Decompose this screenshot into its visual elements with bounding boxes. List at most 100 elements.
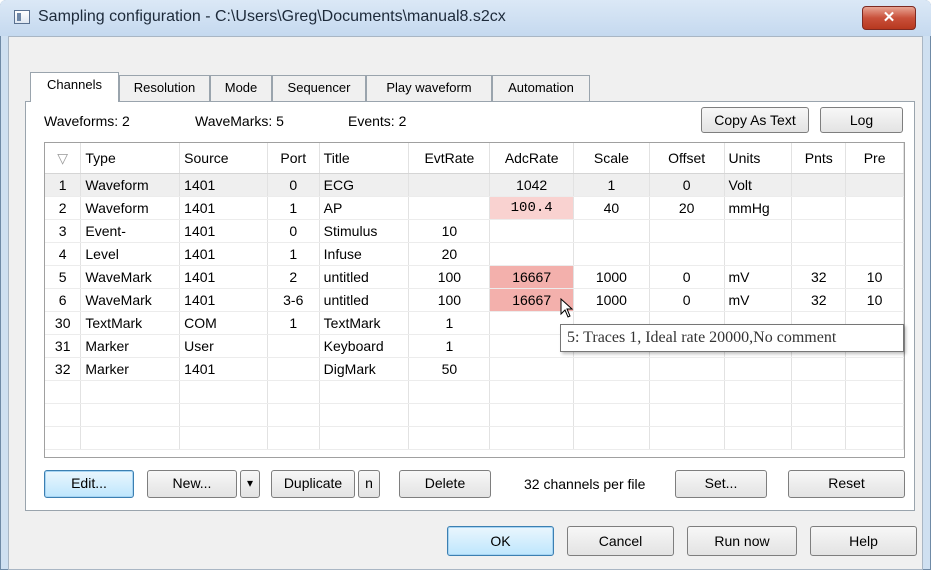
- cell-evtrate[interactable]: [408, 173, 491, 197]
- cell-source[interactable]: COM: [179, 311, 268, 335]
- column-header-evtrate[interactable]: EvtRate: [408, 143, 491, 174]
- column-header-units[interactable]: Units: [724, 143, 793, 174]
- cell-type[interactable]: WaveMark: [80, 265, 181, 289]
- cell-type[interactable]: TextMark: [80, 311, 181, 335]
- cell-port[interactable]: 1: [267, 242, 320, 266]
- cell-evtrate[interactable]: 100: [408, 288, 491, 312]
- cell-port[interactable]: 2: [267, 265, 320, 289]
- set-button[interactable]: Set...: [675, 470, 767, 498]
- cell-offset[interactable]: [649, 242, 725, 266]
- cell-title[interactable]: ECG: [319, 173, 410, 197]
- log-button[interactable]: Log: [820, 107, 903, 133]
- ok-button[interactable]: OK: [447, 526, 554, 556]
- table-row[interactable]: 3 Event- 1401 0 Stimulus 10: [45, 219, 904, 243]
- cell-units[interactable]: mV: [724, 265, 793, 289]
- duplicate-n-button[interactable]: n: [358, 470, 380, 498]
- cell-title[interactable]: AP: [319, 196, 410, 220]
- tab-mode[interactable]: Mode: [210, 75, 272, 101]
- cell-title[interactable]: Keyboard: [319, 334, 410, 358]
- cell-adcrate[interactable]: 1042: [489, 173, 575, 197]
- cell-offset[interactable]: [649, 357, 725, 381]
- cell-evtrate[interactable]: 1: [408, 334, 491, 358]
- cell-units[interactable]: Volt: [724, 173, 793, 197]
- table-row[interactable]: 5 WaveMark 1401 2 untitled 100 16667 100…: [45, 265, 904, 289]
- cell-source[interactable]: 1401: [179, 242, 268, 266]
- cell-pnts[interactable]: [791, 173, 847, 197]
- cell-type[interactable]: Waveform: [80, 196, 181, 220]
- cell-source[interactable]: User: [179, 334, 268, 358]
- cell-scale[interactable]: 1000: [573, 288, 650, 312]
- channel-table[interactable]: ▽ Type Source Port Title EvtRate AdcRate…: [44, 142, 905, 458]
- table-row[interactable]: 6 WaveMark 1401 3-6 untitled 100 16667 1…: [45, 288, 904, 312]
- cell-adcrate[interactable]: [489, 357, 575, 381]
- cell-pre[interactable]: [845, 196, 904, 220]
- duplicate-button[interactable]: Duplicate: [271, 470, 355, 498]
- cell-offset[interactable]: 0: [649, 173, 725, 197]
- column-header-pnts[interactable]: Pnts: [791, 143, 847, 174]
- cell-adcrate[interactable]: 100.4: [489, 196, 575, 220]
- column-header-scale[interactable]: Scale: [573, 143, 650, 174]
- cell-units[interactable]: [724, 357, 793, 381]
- cell-port[interactable]: 1: [267, 196, 320, 220]
- cell-pnts[interactable]: [791, 242, 847, 266]
- table-row[interactable]: 2 Waveform 1401 1 AP 100.4 40 20 mmHg: [45, 196, 904, 220]
- table-row[interactable]: 1 Waveform 1401 0 ECG 1042 1 0 Volt: [45, 173, 904, 197]
- cell-offset[interactable]: 20: [649, 196, 725, 220]
- cell-port[interactable]: [267, 357, 320, 381]
- cell-port[interactable]: [267, 334, 320, 358]
- cell-port[interactable]: 1: [267, 311, 320, 335]
- cell-units[interactable]: mmHg: [724, 196, 793, 220]
- cell-pnts[interactable]: [791, 196, 847, 220]
- cell-scale[interactable]: 1: [573, 173, 650, 197]
- cell-evtrate[interactable]: 1: [408, 311, 491, 335]
- cell-type[interactable]: Marker: [80, 334, 181, 358]
- cell-pre[interactable]: 10: [845, 288, 904, 312]
- cell-scale[interactable]: [573, 357, 650, 381]
- cell-source[interactable]: 1401: [179, 173, 268, 197]
- column-header-pre[interactable]: Pre: [845, 143, 904, 174]
- cell-units[interactable]: mV: [724, 288, 793, 312]
- column-header-offset[interactable]: Offset: [649, 143, 725, 174]
- table-row[interactable]: 32 Marker 1401 DigMark 50: [45, 357, 904, 381]
- tab-automation[interactable]: Automation: [492, 75, 590, 101]
- cell-adcrate[interactable]: 16667: [489, 265, 575, 289]
- column-header-title[interactable]: Title: [319, 143, 410, 174]
- cell-source[interactable]: 1401: [179, 196, 268, 220]
- table-row-empty[interactable]: [45, 426, 904, 450]
- cell-scale[interactable]: 1000: [573, 265, 650, 289]
- cell-title[interactable]: DigMark: [319, 357, 410, 381]
- cell-type[interactable]: Waveform: [80, 173, 181, 197]
- table-row[interactable]: 4 Level 1401 1 Infuse 20: [45, 242, 904, 266]
- column-header-source[interactable]: Source: [179, 143, 268, 174]
- copy-as-text-button[interactable]: Copy As Text: [701, 107, 809, 133]
- cell-evtrate[interactable]: 100: [408, 265, 491, 289]
- cell-title[interactable]: untitled: [319, 288, 410, 312]
- cell-title[interactable]: untitled: [319, 265, 410, 289]
- cell-title[interactable]: Stimulus: [319, 219, 410, 243]
- cell-pre[interactable]: [845, 242, 904, 266]
- cell-evtrate[interactable]: [408, 196, 491, 220]
- cell-port[interactable]: 3-6: [267, 288, 320, 312]
- sort-icon[interactable]: ▽: [45, 143, 82, 174]
- cell-source[interactable]: 1401: [179, 357, 268, 381]
- close-button[interactable]: ✕: [862, 6, 916, 30]
- cell-pre[interactable]: 10: [845, 265, 904, 289]
- help-button[interactable]: Help: [810, 526, 917, 556]
- table-row-empty[interactable]: [45, 403, 904, 427]
- cell-pre[interactable]: [845, 357, 904, 381]
- cell-units[interactable]: [724, 242, 793, 266]
- cell-adcrate[interactable]: [489, 242, 575, 266]
- cell-type[interactable]: Level: [80, 242, 181, 266]
- table-row-empty[interactable]: [45, 380, 904, 404]
- cell-type[interactable]: Event-: [80, 219, 181, 243]
- cell-port[interactable]: 0: [267, 219, 320, 243]
- tab-channels[interactable]: Channels: [30, 72, 119, 102]
- cell-type[interactable]: Marker: [80, 357, 181, 381]
- tab-sequencer[interactable]: Sequencer: [272, 75, 366, 101]
- cancel-button[interactable]: Cancel: [567, 526, 674, 556]
- cell-pnts[interactable]: [791, 357, 847, 381]
- cell-pre[interactable]: [845, 173, 904, 197]
- edit-button[interactable]: Edit...: [44, 470, 134, 498]
- cell-units[interactable]: [724, 219, 793, 243]
- cell-source[interactable]: 1401: [179, 265, 268, 289]
